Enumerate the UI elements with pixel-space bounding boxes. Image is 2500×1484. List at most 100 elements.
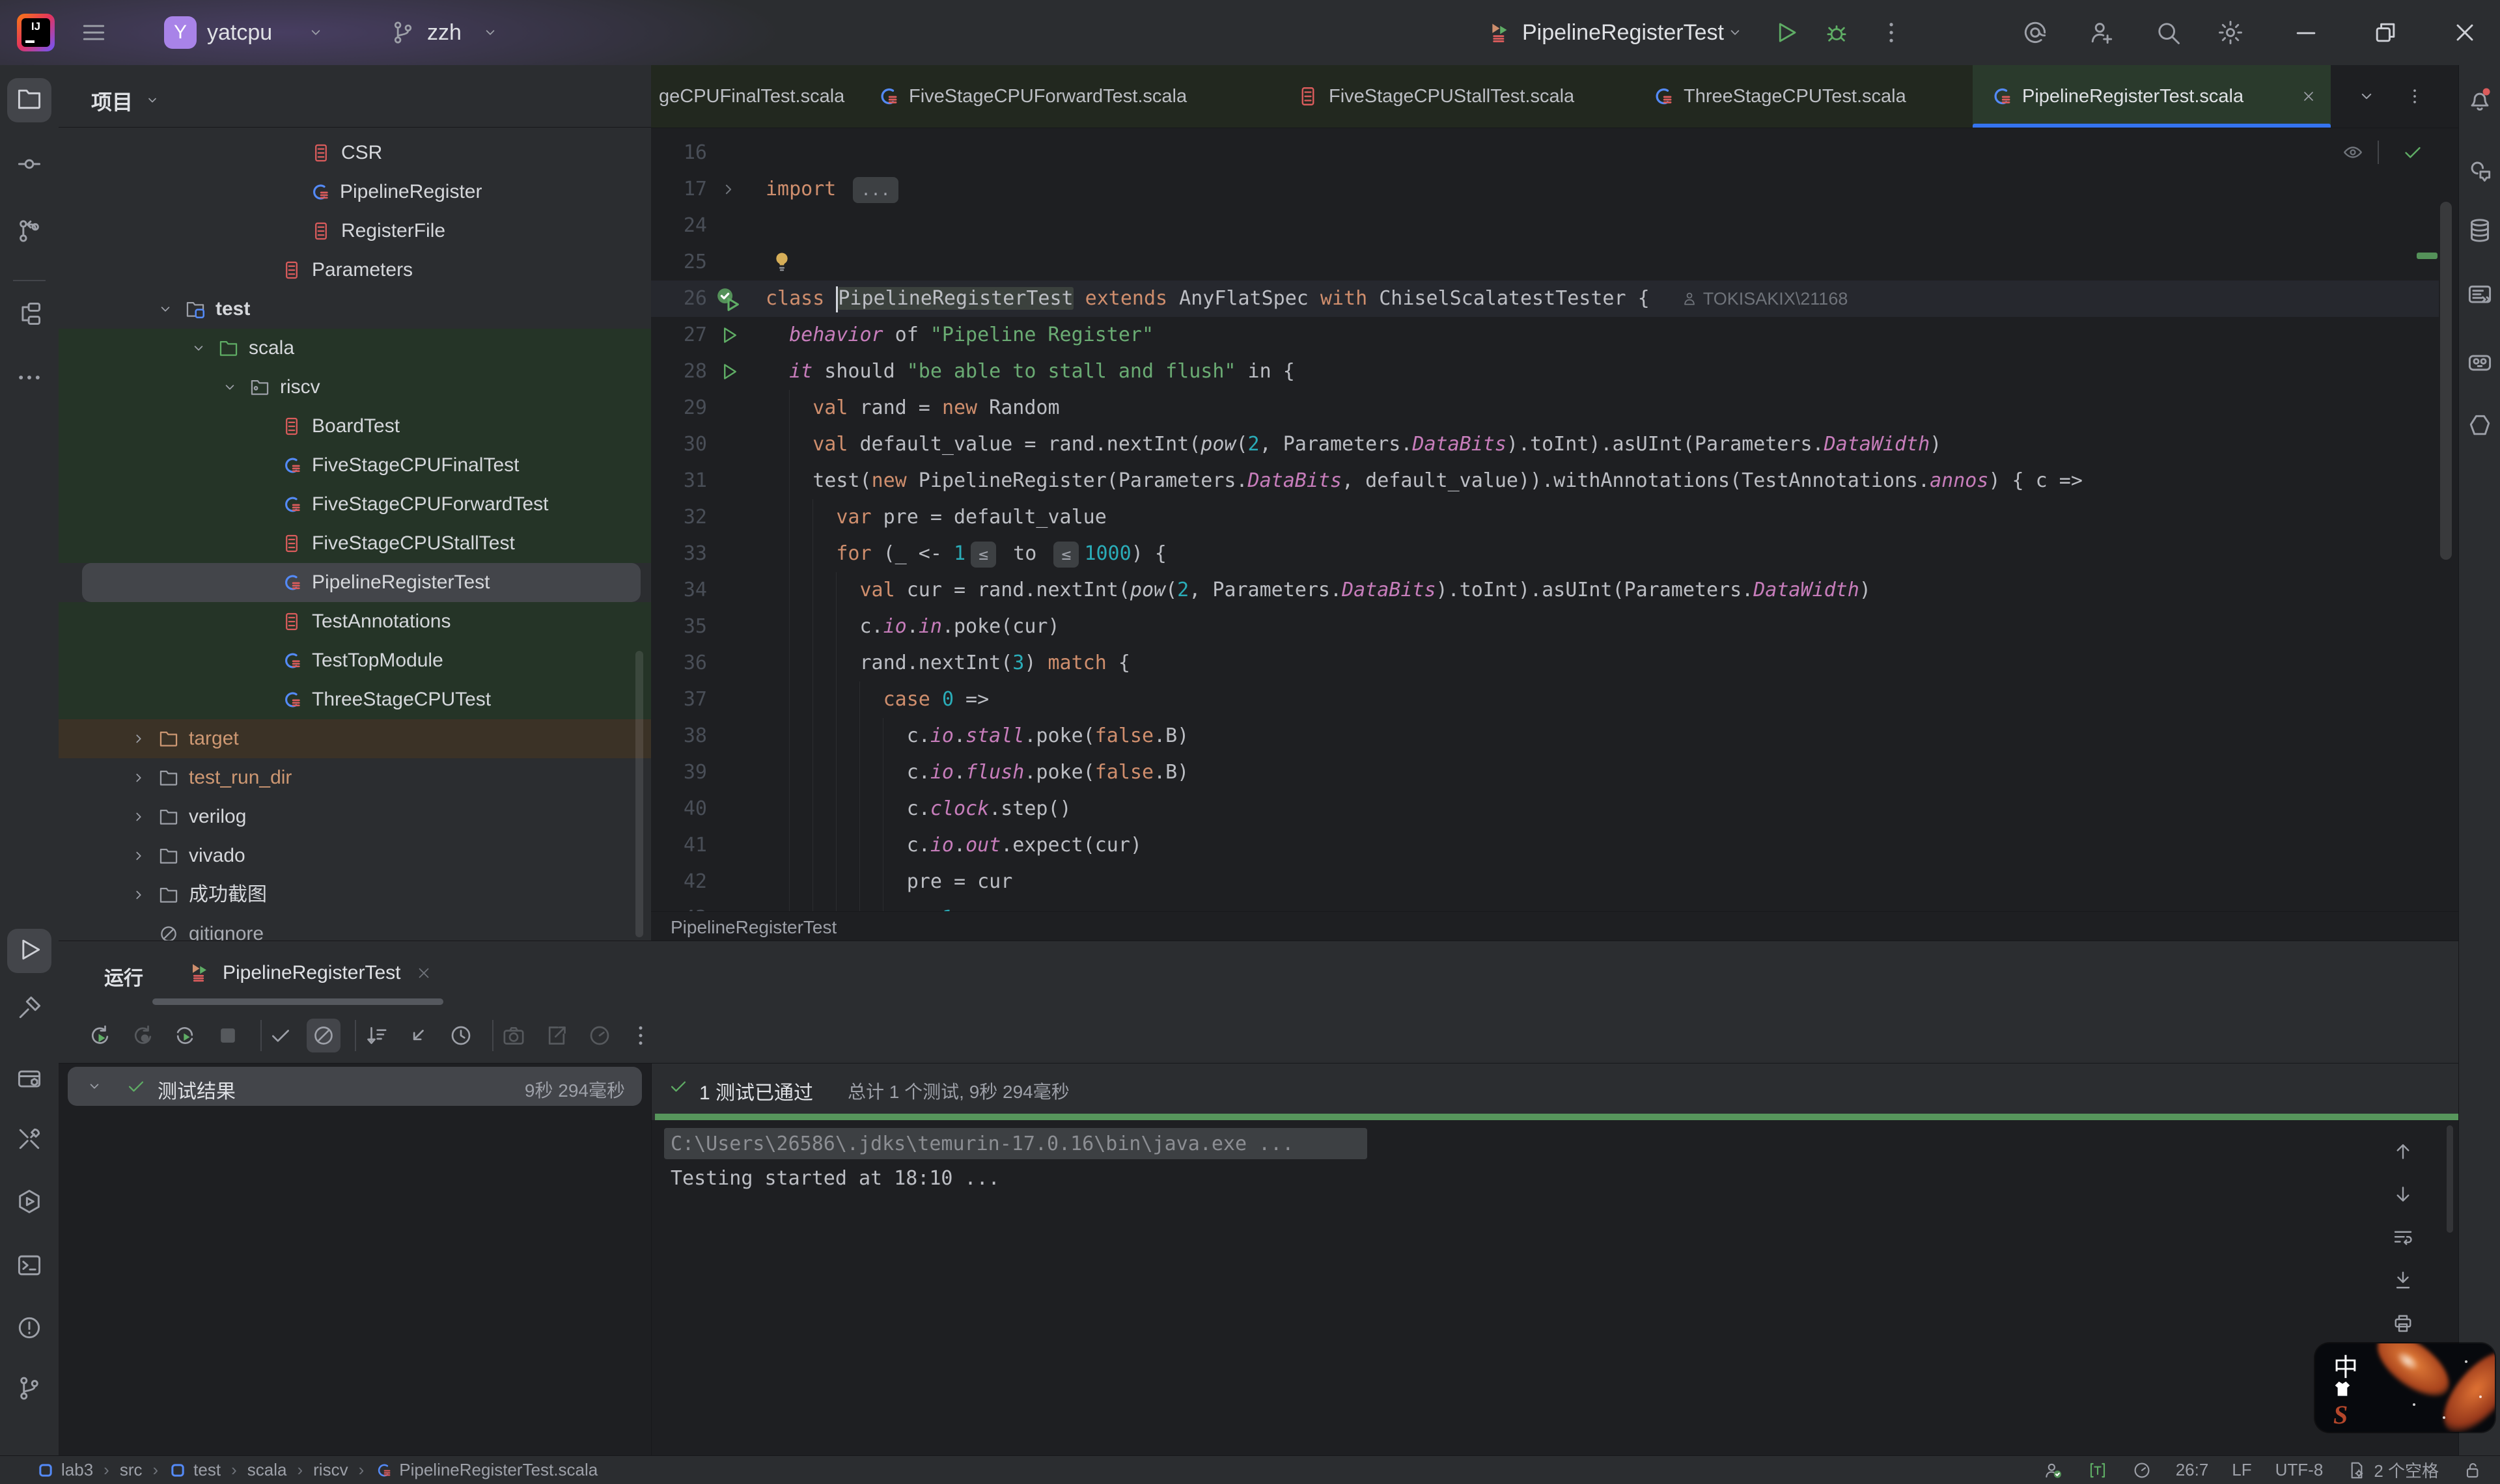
tree-item[interactable]: PipelineRegister — [59, 172, 651, 212]
run-button[interactable] — [1772, 19, 1799, 46]
terminal-tool-icon[interactable] — [15, 1251, 44, 1280]
code-line[interactable]: c.io.stall.poke(false.B) — [766, 718, 1189, 754]
settings-icon[interactable] — [2216, 18, 2245, 47]
tree-expand-icon[interactable] — [130, 730, 147, 747]
indent-config[interactable]: 2 个空格 — [2346, 1458, 2439, 1482]
tree-item[interactable]: vivado — [59, 836, 651, 875]
tree-item[interactable]: TestAnnotations — [59, 602, 651, 641]
git-branch-icon[interactable] — [389, 19, 417, 46]
tab-hscrollbar[interactable] — [152, 998, 443, 1005]
tree-item[interactable]: 成功截图 — [59, 875, 651, 914]
code-line[interactable]: var pre = default_value — [766, 499, 1107, 536]
tree-item[interactable]: FiveStageCPUFinalTest — [59, 446, 651, 485]
tree-item[interactable]: FiveStageCPUForwardTest — [59, 485, 651, 524]
restore-button[interactable] — [2371, 18, 2400, 47]
code-line[interactable]: import ... — [766, 171, 904, 208]
code-line[interactable]: c.clock.step() — [766, 791, 1072, 827]
minimize-button[interactable] — [2292, 18, 2320, 47]
scroll-to-end-icon[interactable] — [2391, 1269, 2415, 1292]
coverage-icon[interactable] — [587, 1023, 613, 1049]
translation-plugin-icon[interactable] — [2087, 1460, 2108, 1481]
tree-item[interactable]: CSR — [59, 133, 651, 172]
tree-item[interactable]: TestTopModule — [59, 641, 651, 680]
scroll-down-icon[interactable] — [2391, 1183, 2415, 1206]
run-config-chevron-icon[interactable] — [1727, 24, 1743, 41]
stop-icon[interactable] — [215, 1023, 241, 1049]
run-tool-icon[interactable] — [15, 935, 44, 964]
breadcrumb-item[interactable]: test — [169, 1460, 221, 1480]
code-line[interactable]: c.io.out.expect(cur) — [766, 827, 1142, 864]
inspections-ok-icon[interactable] — [2401, 141, 2424, 164]
code-line[interactable]: rand.nextInt(3) match { — [766, 645, 1130, 681]
ime-brand[interactable]: S — [2333, 1399, 2348, 1430]
editor-tab[interactable]: FiveStageCPUStallTest.scala — [1279, 65, 1634, 128]
tree-item[interactable]: BoardTest — [59, 407, 651, 446]
scroll-up-icon[interactable] — [2391, 1140, 2415, 1163]
tree-item[interactable]: Parameters — [59, 251, 651, 290]
tree-item[interactable]: PipelineRegisterTest — [59, 563, 651, 602]
problems-tool-icon[interactable] — [15, 1313, 44, 1342]
show-passed-icon[interactable] — [268, 1023, 294, 1049]
toggle-auto-test-icon[interactable] — [172, 1023, 198, 1049]
notifications-icon[interactable] — [2465, 85, 2494, 113]
editor-tab[interactable]: FiveStageCPUForwardTest.scala — [859, 65, 1279, 128]
intention-bulb-icon[interactable] — [770, 249, 794, 274]
tree-expand-icon[interactable] — [130, 808, 147, 825]
tree-expand-icon[interactable] — [130, 847, 147, 864]
rerun-tests-icon[interactable] — [87, 1023, 113, 1049]
project-chevron-icon[interactable] — [307, 24, 324, 41]
reader-mode-icon[interactable] — [2341, 141, 2365, 164]
more-tools-icon[interactable] — [15, 363, 44, 392]
test-history-icon[interactable] — [448, 1023, 474, 1049]
build-tool-icon[interactable] — [15, 994, 44, 1023]
breadcrumb-item[interactable]: scala — [247, 1460, 287, 1480]
search-everywhere-icon[interactable] — [2154, 18, 2182, 47]
code-line[interactable]: val rand = new Random — [766, 390, 1060, 426]
test-results-row[interactable]: 测试结果 9秒 294毫秒 — [68, 1067, 642, 1106]
run-test-icon[interactable] — [717, 360, 741, 383]
breadcrumb-item[interactable]: PipelineRegisterTest.scala — [374, 1460, 598, 1480]
commit-tool-icon[interactable] — [15, 150, 44, 178]
sbt-tool-icon[interactable] — [15, 1187, 44, 1216]
tree-expand-icon[interactable] — [190, 340, 207, 357]
print-icon[interactable] — [2391, 1312, 2415, 1335]
project-tool-icon[interactable] — [15, 85, 44, 113]
editor-tab[interactable]: ThreeStageCPUTest.scala — [1634, 65, 1973, 128]
code-line[interactable]: case 0 => — [766, 681, 989, 718]
line-separator[interactable]: LF — [2232, 1460, 2251, 1480]
tree-item[interactable]: target — [59, 719, 651, 758]
database-tool-icon[interactable] — [2465, 216, 2494, 245]
tab-list-chevron-icon[interactable] — [2357, 87, 2376, 106]
tree-item[interactable]: RegisterFile — [59, 212, 651, 251]
rerun-failed-tests-icon[interactable] — [130, 1023, 156, 1049]
tree-item[interactable]: scala — [59, 329, 651, 368]
gradle-tool-icon[interactable] — [2465, 348, 2494, 377]
code-line[interactable]: c.io.in.poke(cur) — [766, 609, 1060, 645]
close-button[interactable] — [2451, 18, 2479, 47]
breadcrumb[interactable]: PipelineRegisterTest — [671, 917, 837, 938]
tree-item[interactable]: test_run_dir — [59, 758, 651, 797]
show-ignored-icon[interactable] — [311, 1023, 337, 1049]
project-panel-chevron-icon[interactable] — [145, 92, 160, 108]
editor-tab[interactable]: PipelineRegisterTest.scala — [1973, 65, 2331, 128]
more-run-actions-icon[interactable] — [1878, 19, 1905, 46]
tree-item[interactable]: ThreeStageCPUTest — [59, 680, 651, 719]
code-line[interactable]: it should "be able to stall and flush" i… — [766, 353, 1295, 390]
tree-item[interactable]: verilog — [59, 797, 651, 836]
performance-widget-icon[interactable] — [2132, 1460, 2152, 1481]
code-line[interactable]: behavior of "Pipeline Register" — [766, 317, 1154, 353]
tab-close-icon[interactable] — [2301, 89, 2316, 104]
tree-item[interactable]: gitignore — [59, 914, 651, 941]
project-panel-title[interactable]: 项目 — [91, 86, 133, 116]
navigate-with-single-click-icon[interactable] — [405, 1023, 431, 1049]
ai-assistant-icon[interactable] — [2465, 156, 2494, 184]
screenshot-icon[interactable] — [501, 1023, 527, 1049]
main-menu-icon[interactable] — [79, 18, 108, 47]
run-tab-label[interactable]: PipelineRegisterTest — [223, 962, 400, 984]
more-actions-icon[interactable] — [628, 1023, 654, 1049]
tree-item[interactable]: test — [59, 290, 651, 329]
soft-wrap-icon[interactable] — [2391, 1226, 2415, 1249]
ime-mode[interactable]: 中 — [2333, 1347, 2358, 1383]
tree-expand-icon[interactable] — [130, 886, 147, 903]
test-passed-run-icon[interactable] — [714, 284, 743, 314]
